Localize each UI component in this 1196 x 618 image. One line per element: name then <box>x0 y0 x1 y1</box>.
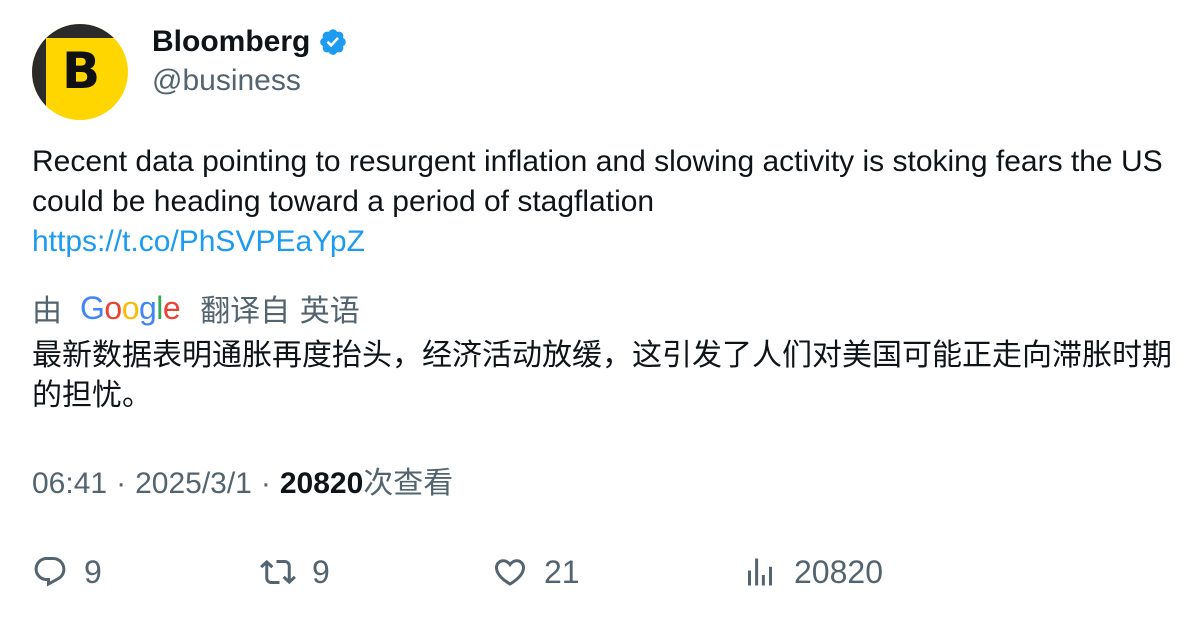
retweet-count: 9 <box>312 553 330 590</box>
tweet-meta: 06:41 · 2025/3/1 · 20820 次查看 <box>32 464 453 504</box>
tweet-date[interactable]: 2025/3/1 <box>135 464 252 504</box>
translated-text: 最新数据表明通胀再度抬头，经济活动放缓，这引发了人们对美国可能正走向滞胀时期的担… <box>32 338 1172 413</box>
retweet-icon <box>260 559 296 585</box>
tweet-link[interactable]: https://t.co/PhSVPEaYpZ <box>32 225 365 258</box>
views-count: 20820 <box>279 467 364 500</box>
action-bar: 9 9 21 20820 <box>32 550 1172 594</box>
meta-separator: · <box>116 467 127 500</box>
avatar-frame-top <box>32 24 128 38</box>
analytics-icon <box>748 558 772 586</box>
views-action-count: 20820 <box>794 553 883 590</box>
avatar-frame-left <box>32 24 46 120</box>
author-display-name[interactable]: Bloomberg <box>152 25 310 59</box>
reply-count: 9 <box>84 553 102 590</box>
author-name-row[interactable]: Bloomberg <box>152 22 348 62</box>
google-logo: Google <box>80 289 181 326</box>
translation-prefix: 由 <box>32 294 62 329</box>
verified-badge-icon <box>320 29 347 55</box>
tweet-text: Recent data pointing to resurgent inflat… <box>32 142 1172 262</box>
avatar-letter: B <box>61 42 101 100</box>
translation-suffix: 翻译自 英语 <box>200 294 360 329</box>
like-button[interactable]: 21 <box>492 550 580 594</box>
reply-button[interactable]: 9 <box>32 550 102 594</box>
tweet-body: Recent data pointing to resurgent inflat… <box>32 145 1163 218</box>
reply-icon <box>34 557 66 587</box>
retweet-button[interactable]: 9 <box>260 550 330 594</box>
avatar[interactable]: B <box>32 24 128 120</box>
meta-separator: · <box>260 467 271 500</box>
translation-attribution[interactable]: 由 Google 翻译自 英语 <box>32 286 360 330</box>
tweet-time[interactable]: 06:41 <box>32 464 107 504</box>
like-count: 21 <box>544 553 580 590</box>
author-handle[interactable]: @business <box>152 64 301 98</box>
views-button[interactable]: 20820 <box>742 550 883 594</box>
heart-icon <box>494 559 526 586</box>
views-label: 次查看 <box>363 466 454 501</box>
